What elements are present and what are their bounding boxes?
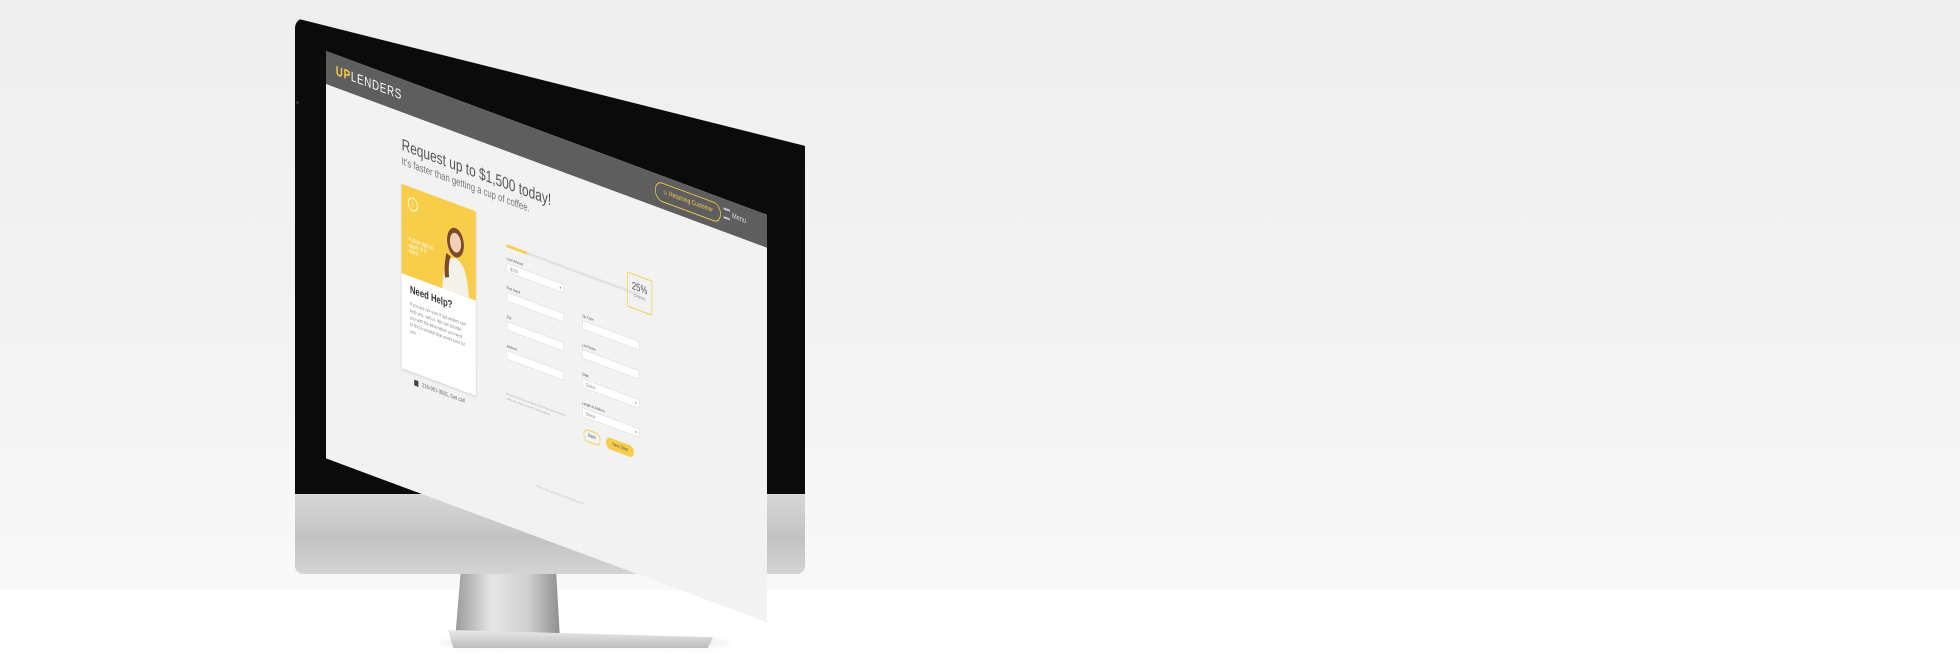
footer-text: © 2015 - 2018 UpLenders.com All Rights R… [536, 484, 584, 506]
info-icon: i [407, 195, 418, 214]
field-value: Select [585, 411, 596, 421]
help-card: i Follow tips to apply in 5 mins! Need H… [401, 183, 476, 396]
lock-icon [414, 379, 419, 387]
help-banner-text: Follow tips to apply in 5 mins! [408, 236, 434, 259]
monitor-stand-neck [455, 565, 560, 640]
menu-label: Menu [732, 211, 747, 226]
logo-up: UP [335, 62, 351, 84]
scene: UPLENDERS ☺ Returning Customer Menu Requ… [0, 0, 1960, 653]
woman-photo [442, 227, 469, 299]
field-value: Select [585, 382, 596, 392]
floor [0, 590, 1960, 653]
menu-button[interactable]: Menu [723, 207, 747, 226]
help-card-banner: i Follow tips to apply in 5 mins! [401, 183, 476, 301]
progress-percent-box: 25% Complete [627, 271, 653, 316]
user-icon: ☺ [662, 188, 668, 198]
returning-customer-label: Returning Customer [669, 191, 713, 215]
camera-dot [296, 101, 299, 104]
legal-text: By clicking Next Step you agree to our t… [506, 391, 566, 418]
progress-fill [506, 244, 527, 255]
field-value: $150 [510, 266, 518, 276]
chevron-down-icon: ▾ [635, 400, 637, 407]
chevron-down-icon: ▾ [635, 429, 637, 437]
chevron-down-icon: ▾ [559, 285, 562, 292]
help-body: If you are not sure if UpLenders can hel… [410, 301, 466, 349]
back-button[interactable]: Back [583, 427, 601, 447]
next-step-button[interactable]: Next Step [606, 436, 634, 459]
hamburger-icon [723, 207, 730, 221]
